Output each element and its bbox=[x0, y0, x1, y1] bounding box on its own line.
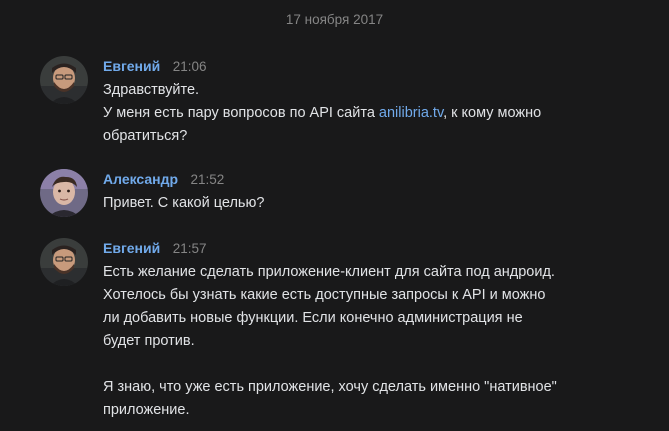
date-separator: 17 ноября 2017 bbox=[285, 12, 384, 27]
author-name[interactable]: Евгений bbox=[103, 240, 160, 256]
message-line: Я знаю, что уже есть приложение, хочу сд… bbox=[103, 379, 557, 395]
message-time[interactable]: 21:57 bbox=[173, 241, 207, 256]
message-line: Есть желание сделать приложение-клиент д… bbox=[103, 264, 555, 280]
chat-history: 17 ноября 2017 Евгений 21:06 Здравствуйт… bbox=[0, 0, 669, 431]
message-text: Есть желание сделать приложение-клиент д… bbox=[103, 261, 663, 422]
message-header: Евгений 21:06 bbox=[103, 56, 663, 76]
message-line: Привет. С какой целью? bbox=[103, 195, 265, 211]
message-line: ли добавить новые функции. Если конечно … bbox=[103, 310, 523, 326]
message-time[interactable]: 21:06 bbox=[173, 59, 207, 74]
message-time[interactable]: 21:52 bbox=[191, 172, 225, 187]
message-line: будет против. bbox=[103, 333, 195, 349]
site-link[interactable]: anilibria.tv bbox=[379, 105, 443, 121]
message-line: Хотелось бы узнать какие есть доступные … bbox=[103, 287, 546, 303]
message-header: Евгений 21:57 bbox=[103, 238, 663, 258]
message-text: Здравствуйте. У меня есть пару вопросов … bbox=[103, 79, 663, 148]
message-text: Привет. С какой целью? bbox=[103, 192, 663, 215]
avatar[interactable] bbox=[40, 169, 88, 217]
message-fragment: У меня есть пару вопросов по API сайта bbox=[103, 105, 379, 121]
message-line: приложение. bbox=[103, 402, 190, 418]
author-name[interactable]: Евгений bbox=[103, 58, 160, 74]
message-line: У меня есть пару вопросов по API сайта a… bbox=[103, 102, 663, 125]
avatar[interactable] bbox=[40, 238, 88, 286]
message-line: обратиться? bbox=[103, 128, 188, 144]
avatar[interactable] bbox=[40, 56, 88, 104]
message-header: Александр 21:52 bbox=[103, 169, 663, 189]
message-fragment: , к кому можно bbox=[443, 105, 542, 121]
author-name[interactable]: Александр bbox=[103, 171, 178, 187]
message-line: Здравствуйте. bbox=[103, 82, 200, 98]
